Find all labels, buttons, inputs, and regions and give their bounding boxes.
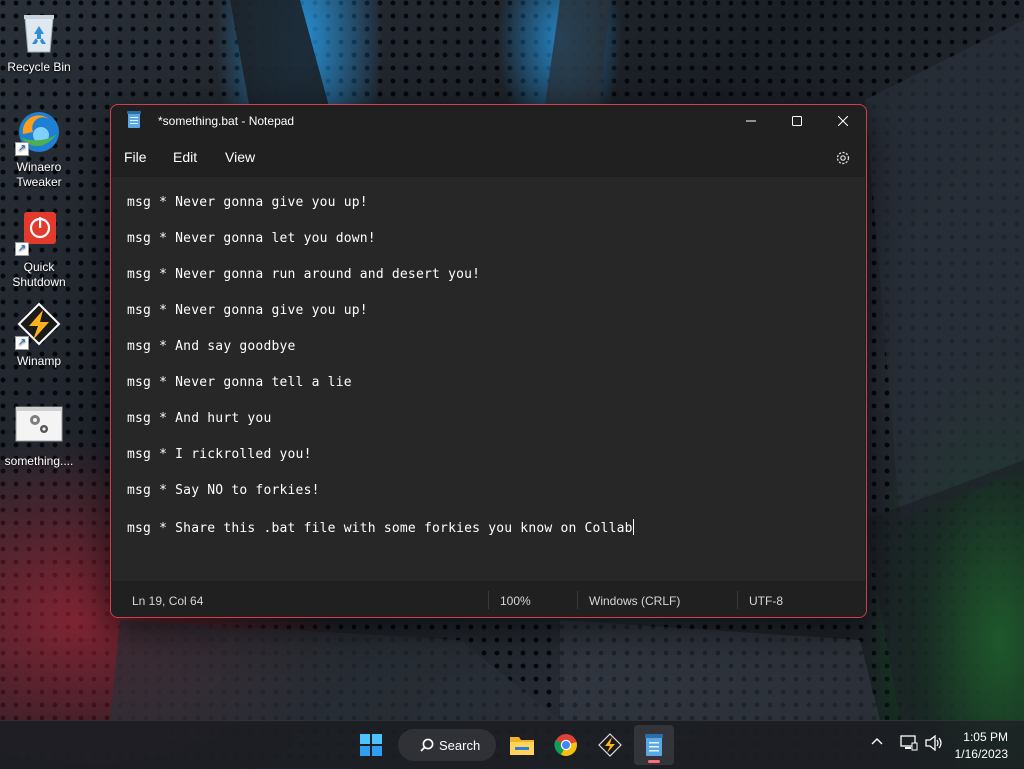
minimize-button[interactable]: [728, 105, 774, 137]
status-cursor-position: Ln 19, Col 64: [132, 594, 204, 608]
status-divider: [737, 591, 738, 609]
taskbar-file-explorer[interactable]: [502, 725, 542, 765]
desktop-icon-recycle-bin[interactable]: Recycle Bin: [0, 8, 78, 75]
taskbar: Search 1:05 PM 1/16/2023: [0, 720, 1024, 769]
winaero-tweaker-icon: ↗: [15, 108, 63, 156]
desktop-icon-quick-shutdown[interactable]: ↗ Quick Shutdown: [0, 208, 78, 290]
taskbar-notepad[interactable]: [634, 725, 674, 765]
menu-bar: File Edit View: [111, 145, 866, 173]
minimize-icon: [746, 120, 756, 122]
text-line: msg * I rickrolled you!: [127, 447, 312, 462]
network-icon[interactable]: [900, 735, 918, 756]
text-line: msg * And say goodbye: [127, 339, 296, 354]
clock-date[interactable]: 1/16/2023: [948, 747, 1008, 761]
close-icon: [838, 116, 848, 126]
taskbar-winamp[interactable]: [590, 725, 630, 765]
menu-file[interactable]: File: [124, 149, 147, 165]
shortcut-arrow-icon: ↗: [15, 336, 29, 350]
power-icon: ↗: [15, 208, 63, 256]
desktop-icon-label: Recycle Bin: [7, 60, 71, 74]
text-editor[interactable]: msg * Never gonna give you up! msg * Nev…: [112, 177, 865, 581]
title-bar[interactable]: *something.bat - Notepad: [111, 105, 866, 137]
status-line-endings: Windows (CRLF): [589, 594, 681, 608]
show-hidden-icons-button[interactable]: [870, 735, 884, 754]
start-icon: [360, 734, 382, 756]
text-line-current: msg * Share this .bat file with some for…: [127, 519, 634, 536]
taskbar-search-box[interactable]: Search: [398, 729, 496, 761]
desktop-icon-label: something....: [4, 454, 74, 468]
notepad-window: *something.bat - Notepad File Edit View …: [110, 104, 867, 618]
desktop-icon-winaero-tweaker[interactable]: ↗ Winaero Tweaker: [0, 108, 78, 190]
maximize-button[interactable]: [774, 105, 820, 137]
status-bar: Ln 19, Col 64 100% Windows (CRLF) UTF-8: [111, 581, 866, 617]
status-divider: [577, 591, 578, 609]
text-line: msg * Never gonna run around and desert …: [127, 267, 481, 282]
maximize-icon: [792, 116, 802, 126]
chrome-icon: [554, 734, 577, 756]
start-button[interactable]: [351, 725, 391, 765]
text-line: msg * Never gonna give you up!: [127, 195, 368, 210]
search-icon: [420, 738, 434, 752]
menu-view[interactable]: View: [225, 149, 255, 165]
status-zoom: 100%: [500, 594, 531, 608]
status-divider: [488, 591, 489, 609]
desktop-icon-label: Winaero Tweaker: [16, 160, 62, 189]
notepad-icon: [645, 734, 663, 756]
window-title: *something.bat - Notepad: [158, 114, 295, 128]
search-label: Search: [439, 738, 481, 753]
status-encoding: UTF-8: [749, 594, 783, 608]
desktop-icon-something-bat[interactable]: something....: [0, 402, 78, 469]
shortcut-arrow-icon: ↗: [15, 242, 29, 256]
chevron-up-icon: [871, 738, 883, 745]
text-line: msg * Never gonna tell a lie: [127, 375, 352, 390]
text-line-content: msg * Share this .bat file with some for…: [127, 521, 633, 536]
volume-icon[interactable]: [925, 734, 943, 756]
recycle-bin-icon: [15, 8, 63, 56]
menu-edit[interactable]: Edit: [173, 149, 197, 165]
winamp-icon: [598, 733, 622, 757]
file-explorer-icon: [510, 737, 534, 755]
batch-file-icon: [15, 402, 63, 450]
taskbar-chrome[interactable]: [546, 725, 586, 765]
winamp-icon: ↗: [15, 302, 63, 350]
desktop-icon-label: Quick Shutdown: [12, 260, 66, 289]
active-app-indicator: [648, 760, 660, 763]
text-caret: [632, 519, 634, 535]
clock-time[interactable]: 1:05 PM: [948, 730, 1008, 744]
notepad-icon: [127, 111, 141, 128]
text-line: msg * Say NO to forkies!: [127, 483, 320, 498]
shortcut-arrow-icon: ↗: [15, 142, 29, 156]
desktop-icon-label: Winamp: [16, 354, 61, 368]
text-line: msg * Never gonna give you up!: [127, 303, 368, 318]
desktop-icon-winamp[interactable]: ↗ Winamp: [0, 302, 78, 369]
text-line: msg * Never gonna let you down!: [127, 231, 376, 246]
close-button[interactable]: [820, 105, 866, 137]
settings-gear-icon[interactable]: [834, 149, 852, 167]
text-line: msg * And hurt you: [127, 411, 272, 426]
